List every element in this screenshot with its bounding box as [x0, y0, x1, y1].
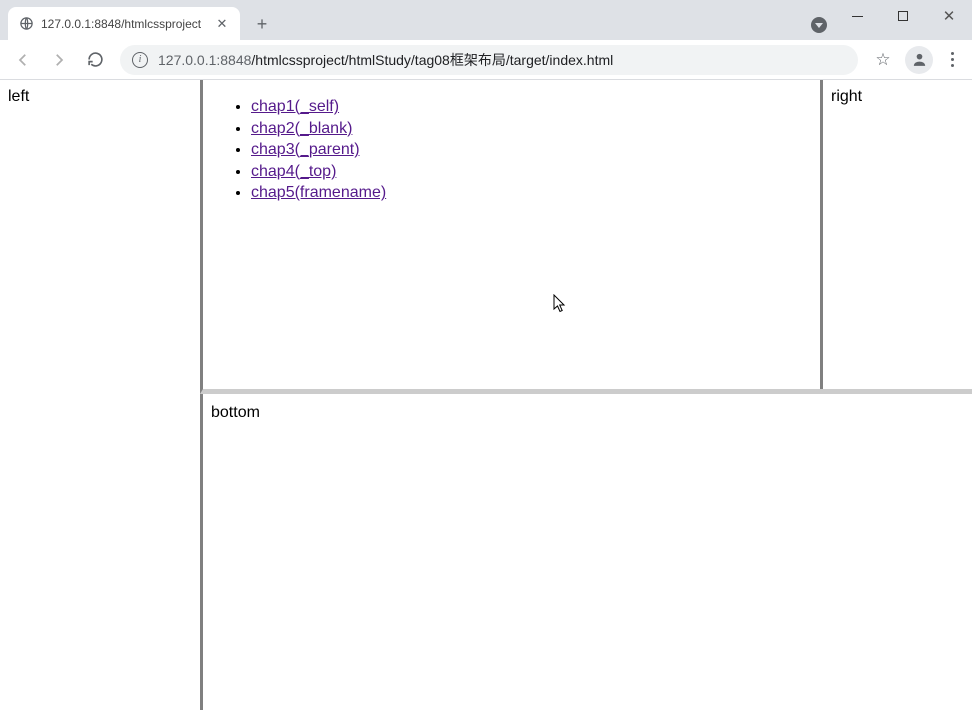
- search-tabs-button[interactable]: [811, 17, 827, 33]
- address-bar[interactable]: i 127.0.0.1:8848/htmlcssproject/htmlStud…: [120, 45, 858, 75]
- url-text: 127.0.0.1:8848/htmlcssproject/htmlStudy/…: [158, 50, 613, 70]
- frame-left: left: [0, 80, 200, 710]
- menu-button[interactable]: [938, 52, 966, 67]
- site-info-icon[interactable]: i: [132, 52, 148, 68]
- window-close-button[interactable]: ✕: [926, 0, 972, 32]
- maximize-button[interactable]: [880, 0, 926, 32]
- back-button[interactable]: [6, 45, 40, 75]
- link-chap2[interactable]: chap2(_blank): [251, 120, 352, 137]
- bookmark-button[interactable]: ☆: [866, 45, 900, 75]
- frame-center: chap1(_self) chap2(_blank) chap3(_parent…: [203, 80, 823, 389]
- right-text: right: [831, 88, 862, 105]
- frame-right: right: [823, 80, 972, 389]
- tab-title: 127.0.0.1:8848/htmlcssproject: [41, 17, 207, 31]
- browser-tab[interactable]: 127.0.0.1:8848/htmlcssproject ✕: [8, 7, 240, 40]
- link-chap4[interactable]: chap4(_top): [251, 163, 336, 180]
- list-item: chap1(_self): [251, 96, 806, 118]
- frame-bottom: bottom: [200, 394, 972, 710]
- link-chap5[interactable]: chap5(framename): [251, 184, 386, 201]
- reload-button[interactable]: [78, 45, 112, 75]
- close-icon[interactable]: ✕: [214, 16, 230, 32]
- minimize-button[interactable]: [834, 0, 880, 32]
- globe-icon: [18, 16, 34, 32]
- list-item: chap4(_top): [251, 161, 806, 183]
- bottom-text: bottom: [211, 404, 260, 421]
- list-item: chap5(framename): [251, 182, 806, 204]
- frameset: left chap1(_self) chap2(_blank) chap3(_p…: [0, 80, 972, 710]
- profile-button[interactable]: [905, 46, 933, 74]
- forward-button[interactable]: [42, 45, 76, 75]
- list-item: chap2(_blank): [251, 118, 806, 140]
- link-chap1[interactable]: chap1(_self): [251, 98, 339, 115]
- link-list: chap1(_self) chap2(_blank) chap3(_parent…: [217, 96, 806, 204]
- new-tab-button[interactable]: +: [248, 10, 276, 38]
- list-item: chap3(_parent): [251, 139, 806, 161]
- link-chap3[interactable]: chap3(_parent): [251, 141, 360, 158]
- left-text: left: [8, 88, 29, 105]
